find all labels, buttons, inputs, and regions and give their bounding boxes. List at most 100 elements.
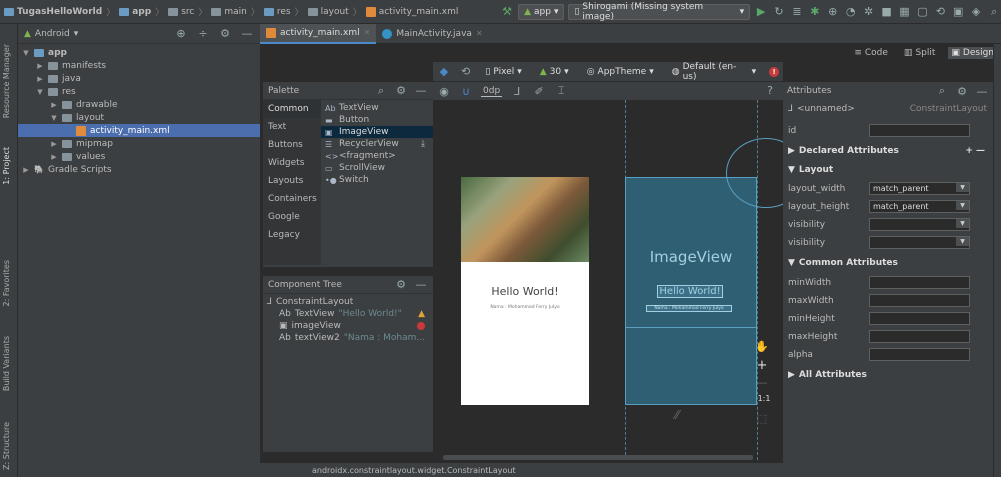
locate-icon[interactable]: ⊕ [174, 27, 188, 40]
attr-layout-row-value[interactable]: match_parent [869, 200, 970, 213]
stop-icon[interactable]: ■ [880, 5, 894, 18]
section-all[interactable]: ▶ All Attributes [783, 366, 993, 383]
attr-common-row-value[interactable] [869, 276, 970, 289]
zoom-in-icon[interactable]: + [755, 358, 769, 376]
tool-tab-resource-manager[interactable]: Resource Manager [2, 44, 11, 118]
hide-icon[interactable]: — [414, 84, 428, 97]
palette-category[interactable]: Layouts [263, 172, 321, 190]
run-config-select[interactable]: ▲ app ▾ [518, 3, 565, 20]
chevron-right-icon[interactable]: ▶ [788, 146, 795, 156]
chevron-right-icon[interactable]: ▶ [788, 370, 795, 380]
zoom-fit-icon[interactable]: ⬚ [755, 412, 769, 425]
chevron-right-icon[interactable]: ▶ [22, 166, 30, 174]
error-icon[interactable] [417, 322, 425, 330]
sdk-icon[interactable]: ◈ [969, 5, 983, 18]
blueprint-preview[interactable]: ImageView Hello World! Nama : Mohammad F… [625, 138, 806, 405]
palette-category[interactable]: Legacy [263, 226, 321, 244]
chevron-down-icon[interactable]: ▼ [22, 49, 30, 57]
tree-item[interactable]: ▶ java [18, 72, 260, 85]
canvas-scrollbar[interactable] [443, 455, 753, 460]
attr-common-row-value[interactable] [869, 312, 970, 325]
tree-item[interactable]: activity_main.xml [18, 124, 260, 137]
chevron-down-icon[interactable]: ▼ [956, 237, 969, 246]
chevron-down-icon[interactable]: ▼ [50, 114, 58, 122]
sync-icon[interactable]: ⟲ [933, 5, 947, 18]
attach-icon[interactable]: ⊕ [826, 5, 840, 18]
blueprint-image-label[interactable]: ImageView [626, 248, 756, 266]
device-select[interactable]: ▯ Shirogami (Missing system image) ▾ [568, 2, 751, 22]
gear-icon[interactable]: ⚙ [218, 27, 232, 40]
palette-category[interactable]: Widgets [263, 154, 321, 172]
hide-icon[interactable]: — [240, 27, 254, 40]
palette-item[interactable]: •● Switch [321, 174, 433, 186]
eye-icon[interactable]: ◉ [437, 85, 451, 98]
breadcrumb-layout[interactable]: layout [307, 7, 349, 17]
blueprint-hello-text[interactable]: Hello World! [657, 285, 723, 298]
profile-icon[interactable]: ◔ [844, 5, 858, 18]
close-icon[interactable]: ✕ [364, 28, 371, 37]
device-preview-select[interactable]: ▯ Pixel ▾ [480, 64, 526, 80]
rerun-icon[interactable]: ↻ [772, 5, 786, 18]
palette-category[interactable]: Buttons [263, 136, 321, 154]
palette-category[interactable]: Containers [263, 190, 321, 208]
attr-common-row-value[interactable] [869, 348, 970, 361]
search-icon[interactable]: ⌕ [374, 84, 388, 98]
breadcrumb-file[interactable]: activity_main.xml [365, 6, 458, 17]
magnet-icon[interactable]: ∪ [459, 85, 473, 98]
api-level-select[interactable]: ▲ 30 ▾ [535, 64, 574, 80]
tree-item[interactable]: ▼ app [18, 46, 260, 59]
tree-item[interactable]: ▼ res [18, 85, 260, 98]
tool-tab-favorites[interactable]: 2: Favorites [2, 260, 11, 306]
tree-item[interactable]: ▶ mipmap [18, 137, 260, 150]
guidelines-icon[interactable]: ⌶ [554, 84, 568, 98]
component-root[interactable]: ⅃ ConstraintLayout [267, 296, 429, 308]
tree-item[interactable]: ▶ values [18, 150, 260, 163]
tool-tab-project[interactable]: 1: Project [2, 147, 11, 185]
zoom-actual-button[interactable]: 1:1 [755, 394, 773, 412]
attr-common-row-value[interactable] [869, 330, 970, 343]
palette-item[interactable]: ☰ RecyclerView ⤓ [321, 138, 433, 150]
apply-changes-icon[interactable]: ≣ [790, 5, 804, 18]
tab-activity-main[interactable]: activity_main.xml ✕ [260, 23, 377, 44]
chevron-right-icon[interactable]: ▶ [50, 101, 58, 109]
search-icon[interactable]: ⌕ [935, 84, 949, 98]
zoom-out-icon[interactable]: — [755, 376, 769, 394]
tree-item[interactable]: ▼ layout [18, 111, 260, 124]
preview-name-text[interactable]: Nama : Mohammad Ferry Julyo [461, 305, 589, 310]
gear-icon[interactable]: ⚙ [394, 84, 408, 97]
design-surface-icon[interactable]: ◆ [437, 65, 451, 78]
default-margin-field[interactable]: 0dp [481, 86, 503, 97]
palette-item[interactable]: <> <fragment> [321, 150, 433, 162]
download-icon[interactable]: ⤓ [421, 139, 425, 149]
debug-icon[interactable]: ✱ [808, 5, 822, 18]
tree-item[interactable]: ▶ manifests [18, 59, 260, 72]
chevron-down-icon[interactable]: ▼ [36, 88, 44, 96]
component-item[interactable]: Ab textView2 "Nama : Moham... [267, 332, 429, 344]
palette-item[interactable]: ▬ Button [321, 114, 433, 126]
gear-icon[interactable]: ⚙ [394, 278, 408, 291]
structure-icon[interactable]: ▦ [898, 5, 912, 18]
preview-image[interactable] [461, 177, 589, 262]
chevron-right-icon[interactable]: ▶ [36, 62, 44, 70]
chevron-down-icon[interactable]: ▼ [956, 183, 969, 192]
attr-common-row-value[interactable] [869, 294, 970, 307]
tree-item[interactable]: ▶ drawable [18, 98, 260, 111]
locale-select[interactable]: ◍ Default (en-us) ▾ [667, 62, 761, 82]
palette-item[interactable]: ▭ ScrollView [321, 162, 433, 174]
section-declared[interactable]: ▶ Declared Attributes + — [783, 142, 993, 159]
pan-icon[interactable]: ✋ [755, 340, 769, 358]
code-mode-button[interactable]: ≡ Code [851, 47, 891, 59]
close-icon[interactable]: ✕ [476, 29, 483, 38]
split-mode-button[interactable]: ▥ Split [901, 47, 938, 59]
attr-layout-row-value[interactable]: match_parent [869, 182, 970, 195]
preview-hello-text[interactable]: Hello World! [461, 285, 589, 298]
tree-item[interactable]: ▶ 🐘 Gradle Scripts [18, 163, 260, 176]
resize-handle-icon[interactable]: ⁄⁄ [675, 408, 679, 422]
chevron-down-icon[interactable]: ▼ [956, 201, 969, 210]
design-mode-button[interactable]: ▣ Design [948, 47, 997, 59]
tool-tab-build-variants[interactable]: Build Variants [2, 336, 11, 391]
android-debug-icon[interactable]: ✲ [862, 5, 876, 18]
project-view-select[interactable]: ▲ Android ▾ [24, 29, 78, 39]
warning-icon[interactable]: ▲ [418, 309, 425, 319]
palette-category[interactable]: Text [263, 118, 321, 136]
